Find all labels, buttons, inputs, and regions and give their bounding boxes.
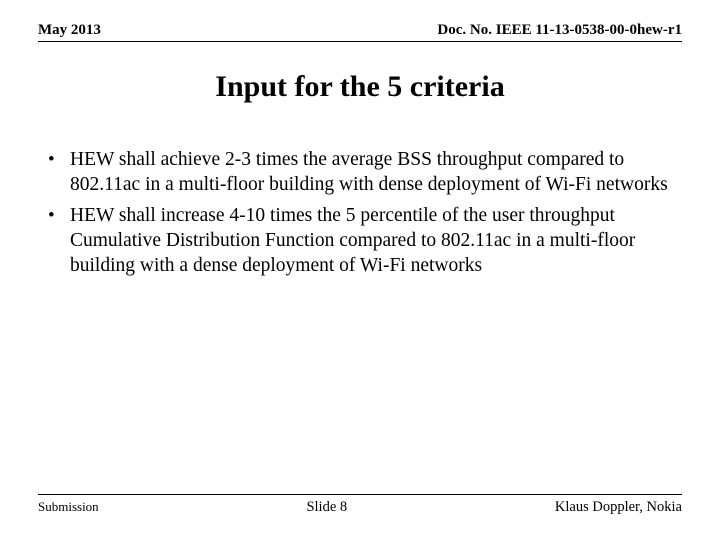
footer-author: Klaus Doppler, Nokia: [555, 499, 682, 516]
slide-header: May 2013 Doc. No. IEEE 11-13-0538-00-0he…: [0, 0, 720, 39]
header-date: May 2013: [38, 22, 101, 39]
slide-number: Slide 8: [99, 499, 555, 516]
footer-divider: [38, 494, 682, 495]
footer-row: Submission Slide 8 Klaus Doppler, Nokia: [38, 499, 682, 516]
list-item: HEW shall increase 4-10 times the 5 perc…: [46, 204, 674, 279]
header-divider: [38, 41, 682, 42]
slide-footer: Submission Slide 8 Klaus Doppler, Nokia: [0, 494, 720, 516]
header-doc-number: Doc. No. IEEE 11-13-0538-00-0hew-r1: [437, 22, 682, 39]
list-item: HEW shall achieve 2-3 times the average …: [46, 148, 674, 198]
slide-title: Input for the 5 criteria: [0, 70, 720, 104]
slide-body: HEW shall achieve 2-3 times the average …: [46, 148, 674, 279]
bullet-list: HEW shall achieve 2-3 times the average …: [46, 148, 674, 279]
footer-left: Submission: [38, 499, 99, 515]
